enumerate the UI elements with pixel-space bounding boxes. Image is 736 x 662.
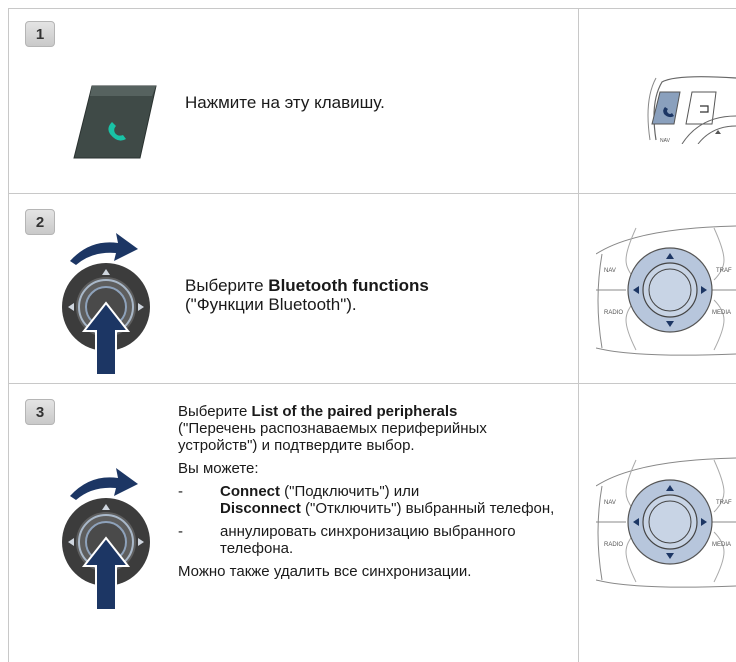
rotary-knob-icon bbox=[62, 468, 150, 611]
step3-p1-prefix: Выберите bbox=[178, 403, 252, 420]
traf-label: TRAF bbox=[716, 500, 732, 506]
list-dash: - bbox=[178, 523, 183, 540]
connect-translation: ("Подключить") или bbox=[280, 483, 420, 500]
radio-label: RADIO bbox=[604, 542, 623, 548]
traf-label: TRAF bbox=[716, 268, 732, 274]
connect-term: Connect bbox=[220, 483, 280, 500]
step3-p1-rest: ("Перечень распознаваемых периферийных у… bbox=[178, 420, 487, 454]
step3-paragraph-3: Можно также удалить все синхронизации. bbox=[178, 563, 472, 580]
nav-label: NAV bbox=[604, 268, 616, 274]
disconnect-translation: ("Отключить") выбранный телефон, bbox=[300, 500, 555, 517]
rotary-knob-icon bbox=[62, 233, 150, 376]
table-top-border bbox=[8, 8, 736, 9]
list-item: - Connect ("Подключить") или Disconnect (… bbox=[178, 483, 568, 517]
step3-instruction: Выберите List of the paired peripherals(… bbox=[178, 403, 568, 586]
step3-paragraph-1: Выберите List of the paired peripherals(… bbox=[178, 403, 568, 454]
step2-instruction: Выберите Bluetooth functions ("Функции B… bbox=[185, 276, 429, 314]
step-number-badge: 2 bbox=[25, 209, 55, 235]
media-label: MEDIA bbox=[712, 310, 731, 316]
table-left-border bbox=[8, 8, 9, 662]
phone-key-panel-illustration: NAV bbox=[647, 76, 736, 144]
phone-key-icon bbox=[73, 85, 157, 159]
step-number-badge: 3 bbox=[25, 399, 55, 425]
step2-line1: Выберите Bluetooth functions bbox=[185, 276, 429, 295]
list-dash: - bbox=[178, 483, 183, 500]
list-item-body: Connect ("Подключить") или Disconnect ("О… bbox=[220, 483, 560, 517]
step3-paired-peripherals: List of the paired peripherals bbox=[251, 403, 458, 420]
step-number-badge: 1 bbox=[25, 21, 55, 47]
step3-paragraph-2: Вы можете: bbox=[178, 460, 259, 477]
list-item-body: аннулировать синхронизацию выбранного те… bbox=[220, 523, 516, 557]
control-panel-illustration: NAV TRAF RADIO MEDIA bbox=[596, 457, 736, 588]
row-divider-1 bbox=[8, 193, 736, 194]
step2-line2: ("Функции Bluetooth"). bbox=[185, 295, 357, 314]
radio-label: RADIO bbox=[604, 310, 623, 316]
step2-line1-prefix: Выберите bbox=[185, 276, 269, 295]
nav-label: NAV bbox=[604, 500, 616, 506]
media-label: MEDIA bbox=[712, 542, 731, 548]
column-divider bbox=[578, 8, 579, 662]
step1-instruction: Нажмите на эту клавишу. bbox=[185, 93, 385, 112]
control-panel-illustration: NAV TRAF RADIO MEDIA bbox=[596, 225, 736, 356]
svg-text:NAV: NAV bbox=[660, 138, 671, 144]
list-item: - аннулировать синхронизацию выбранного … bbox=[178, 523, 568, 557]
step2-bluetooth-functions: Bluetooth functions bbox=[268, 276, 429, 295]
disconnect-term: Disconnect bbox=[220, 500, 301, 517]
